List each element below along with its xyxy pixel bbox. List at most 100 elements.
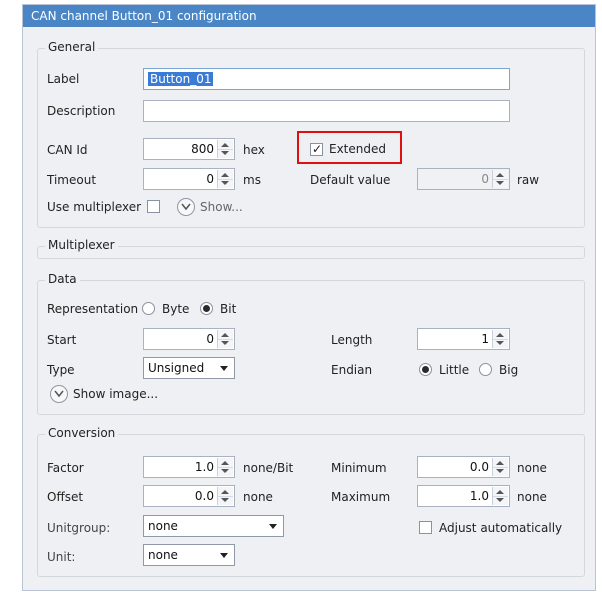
description-field-label: Description	[47, 104, 116, 118]
spin-up-icon	[496, 461, 504, 465]
timeout-value: 0	[206, 172, 214, 186]
endian-little-radio[interactable]	[419, 363, 432, 376]
start-spinbox[interactable]: 0	[143, 328, 235, 350]
label-field-label: Label	[47, 72, 80, 86]
offset-unit: none	[243, 490, 273, 504]
unit-dropdown-value: none	[148, 548, 178, 562]
spin-down-icon	[496, 341, 504, 345]
canid-spin-arrows[interactable]	[217, 140, 233, 158]
minimum-value: 0.0	[469, 460, 489, 474]
canid-value: 800	[191, 142, 214, 156]
description-input[interactable]	[143, 100, 510, 122]
checkmark-icon: ✓	[312, 142, 323, 156]
use-multiplexer-label: Use multiplexer	[47, 200, 142, 214]
default-value: 0	[481, 172, 489, 186]
factor-spin-arrows[interactable]	[217, 458, 233, 476]
chevron-down-icon	[220, 553, 228, 558]
maximum-label: Maximum	[331, 490, 391, 504]
default-value-unit: raw	[517, 173, 540, 187]
extended-label: Extended	[329, 142, 386, 156]
extended-checkbox[interactable]: ✓	[310, 142, 323, 156]
factor-value: 1.0	[194, 460, 214, 474]
endian-little-label: Little	[439, 363, 470, 377]
canid-unit: hex	[243, 143, 265, 157]
factor-unit: none/Bit	[243, 461, 294, 475]
endian-label: Endian	[331, 363, 373, 377]
unitgroup-label: Unitgroup:	[47, 521, 111, 535]
spin-up-icon	[221, 333, 229, 337]
timeout-unit: ms	[243, 173, 261, 187]
representation-bit-radio[interactable]	[200, 302, 213, 315]
factor-spinbox[interactable]: 1.0	[143, 456, 235, 478]
spin-down-icon	[221, 469, 229, 473]
conversion-group-title: Conversion	[45, 426, 119, 440]
chevron-down-icon	[269, 524, 277, 529]
spin-up-icon	[221, 461, 229, 465]
spin-up-icon	[221, 143, 229, 147]
unitgroup-dropdown[interactable]: none	[143, 515, 284, 537]
label-input-value: Button_01	[148, 72, 214, 86]
type-dropdown[interactable]: Unsigned	[143, 357, 235, 379]
offset-value: 0.0	[194, 489, 214, 503]
conversion-group: Conversion Factor 1.0 none/Bit Minimum 0…	[37, 426, 585, 577]
endian-big-radio[interactable]	[479, 363, 492, 376]
offset-spinbox[interactable]: 0.0	[143, 485, 235, 507]
default-spin-arrows[interactable]	[492, 170, 508, 188]
default-value-spinbox[interactable]: 0	[417, 168, 510, 190]
canid-spinbox[interactable]: 800	[143, 138, 235, 160]
factor-label: Factor	[47, 461, 84, 475]
data-group: Data Representation Byte Bit Start 0 Len…	[37, 272, 585, 415]
representation-bit-label: Bit	[220, 302, 237, 316]
chevron-down-icon	[181, 203, 191, 211]
label-input[interactable]: Button_01	[143, 68, 510, 90]
spin-down-icon	[221, 181, 229, 185]
spin-up-icon	[496, 173, 504, 177]
timeout-spinbox[interactable]: 0	[143, 168, 235, 190]
timeout-spin-arrows[interactable]	[217, 170, 233, 188]
spin-down-icon	[496, 498, 504, 502]
spin-up-icon	[496, 490, 504, 494]
minimum-label: Minimum	[331, 461, 387, 475]
type-label: Type	[47, 363, 75, 377]
minimum-spin-arrows[interactable]	[492, 458, 508, 476]
general-group: General Label Button_01 Description CAN …	[37, 40, 585, 228]
offset-label: Offset	[47, 490, 84, 504]
spin-down-icon	[221, 498, 229, 502]
chevron-down-icon	[220, 366, 228, 371]
offset-spin-arrows[interactable]	[217, 487, 233, 505]
minimum-spinbox[interactable]: 0.0	[417, 456, 510, 478]
maximum-spinbox[interactable]: 1.0	[417, 485, 510, 507]
length-spin-arrows[interactable]	[492, 330, 508, 348]
start-spin-arrows[interactable]	[217, 330, 233, 348]
show-expand-button[interactable]	[177, 198, 195, 216]
data-group-title: Data	[45, 272, 80, 286]
minimum-unit: none	[517, 461, 547, 475]
start-value: 0	[206, 332, 214, 346]
multiplexer-group-title: Multiplexer	[45, 238, 118, 252]
default-value-label: Default value	[310, 173, 391, 187]
length-spinbox[interactable]: 1	[417, 328, 510, 350]
use-multiplexer-checkbox[interactable]	[147, 200, 160, 213]
chevron-down-icon	[54, 390, 64, 398]
window-title: CAN channel Button_01 configuration	[23, 5, 595, 27]
spin-down-icon	[496, 181, 504, 185]
multiplexer-group: Multiplexer	[37, 238, 585, 259]
type-dropdown-value: Unsigned	[148, 361, 205, 375]
representation-label: Representation	[47, 302, 139, 316]
spin-down-icon	[496, 469, 504, 473]
unit-label: Unit:	[47, 550, 76, 564]
endian-big-label: Big	[499, 363, 519, 377]
spin-up-icon	[221, 173, 229, 177]
show-label[interactable]: Show...	[200, 199, 243, 215]
maximum-spin-arrows[interactable]	[492, 487, 508, 505]
adjust-automatically-checkbox[interactable]	[419, 521, 432, 534]
representation-byte-radio[interactable]	[142, 302, 155, 315]
maximum-unit: none	[517, 490, 547, 504]
spin-up-icon	[496, 333, 504, 337]
show-image-expand-button[interactable]	[50, 385, 68, 403]
length-value: 1	[481, 332, 489, 346]
unit-dropdown[interactable]: none	[143, 544, 235, 566]
length-label: Length	[331, 333, 373, 347]
show-image-label[interactable]: Show image...	[73, 386, 158, 402]
spin-up-icon	[221, 490, 229, 494]
